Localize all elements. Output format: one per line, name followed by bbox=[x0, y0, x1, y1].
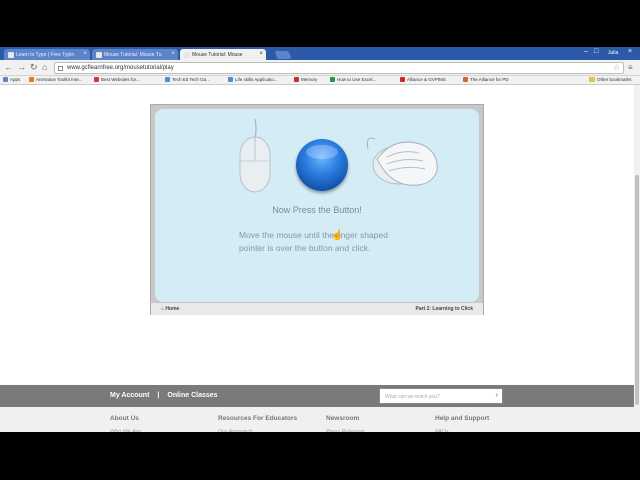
bookmark-label: Memory bbox=[301, 77, 318, 82]
reload-icon[interactable]: ↻ bbox=[30, 62, 38, 73]
tutorial-part-label: Part 2: Learning to Click bbox=[415, 306, 473, 312]
tutorial-heading: Now Press the Button! bbox=[272, 205, 362, 215]
bookmark-label: Alliance & GVPIMS bbox=[407, 77, 446, 82]
home-label: Home bbox=[165, 306, 180, 312]
address-url: www.gcflearnfree.org/mousetutorial/play bbox=[67, 65, 174, 71]
footer-column-heading: About Us bbox=[110, 415, 139, 422]
bookmark-label: Best Websites for... bbox=[101, 77, 140, 82]
bookmark-item[interactable]: Animation Toolkit Inte... bbox=[29, 77, 82, 82]
browser-window: Learn to Type | Free Typin × Mouse Tutor… bbox=[0, 47, 640, 432]
footer-column-heading: Resources For Educators bbox=[218, 415, 298, 422]
my-account-link[interactable]: My Account bbox=[110, 392, 149, 399]
footer-columns: About UsWho We AreWho Uses UsHow to Use … bbox=[0, 407, 634, 432]
footer-link[interactable]: Who We Are bbox=[110, 428, 157, 432]
separator: | bbox=[157, 392, 160, 399]
new-tab-button[interactable] bbox=[274, 51, 292, 59]
mouse-tutorial-frame: Now Press the Button! Move the mouse unt… bbox=[150, 104, 484, 315]
footer-column-heading: Newsroom bbox=[326, 415, 360, 422]
star-icon[interactable]: ☆ bbox=[613, 63, 620, 72]
bookmark-item[interactable]: Best Websites for... bbox=[94, 77, 140, 82]
footer-column: Resources For EducatorsOur ApproachCurri… bbox=[218, 415, 297, 432]
bookmark-label: Animation Toolkit Inte... bbox=[36, 77, 83, 82]
tutorial-nav-bar: ⌂ Home Part 2: Learning to Click bbox=[151, 303, 483, 315]
bookmark-item[interactable]: Life skills Applicatio... bbox=[228, 77, 278, 82]
maximize-icon[interactable]: □ bbox=[594, 48, 598, 55]
search-input[interactable]: What can we teach you? › bbox=[379, 388, 503, 404]
footer-column-heading: Help and Support bbox=[435, 415, 490, 422]
footer-link[interactable]: Our Approach bbox=[218, 428, 297, 432]
other-bookmarks-label: Other bookmarks bbox=[597, 77, 632, 82]
page-icon bbox=[58, 66, 63, 71]
close-icon[interactable]: × bbox=[171, 51, 175, 57]
menu-icon[interactable]: ≡ bbox=[628, 63, 633, 72]
bookmark-label: How to Use Excel... bbox=[337, 77, 377, 82]
bookmark-item[interactable]: Apps bbox=[3, 77, 20, 82]
footer-column: Help and SupportFAQsOther LanguagesTerms… bbox=[435, 415, 489, 432]
bookmark-item[interactable]: How to Use Excel... bbox=[330, 77, 376, 82]
tab-mouse-tutorial-1[interactable]: Mouse Tutorial: Mouse Tu × bbox=[92, 49, 178, 60]
bookmark-icon bbox=[400, 77, 405, 82]
back-arrow-icon[interactable]: ← bbox=[4, 62, 13, 72]
bookmark-icon bbox=[330, 77, 335, 82]
tab-favicon-icon bbox=[8, 52, 14, 58]
tab-learn-to-type[interactable]: Learn to Type | Free Typin × bbox=[4, 49, 90, 60]
tab-title: Mouse Tutorial: Mouse Tu bbox=[104, 52, 162, 58]
bookmark-item[interactable]: The Alliance for PD bbox=[463, 77, 509, 82]
forward-arrow-icon[interactable]: → bbox=[17, 62, 26, 72]
bookmark-icon bbox=[165, 77, 170, 82]
scrollbar[interactable] bbox=[634, 85, 640, 432]
tutorial-instructions: Move the mouse until the finger shaped p… bbox=[239, 230, 388, 253]
screen: Learn to Type | Free Typin × Mouse Tutor… bbox=[0, 0, 640, 480]
other-bookmarks-folder[interactable]: Other bookmarks bbox=[589, 77, 632, 82]
footer-link[interactable]: Press Releases bbox=[326, 428, 365, 432]
bookmark-item[interactable]: Memory bbox=[294, 77, 317, 82]
footer-account-links: My Account | Online Classes bbox=[110, 392, 218, 399]
bookmarks-bar: Apps Animation Toolkit Inte... Best Websit… bbox=[0, 76, 640, 85]
footer-bar: My Account | Online Classes What can we te… bbox=[0, 385, 634, 407]
tab-favicon-icon bbox=[96, 52, 102, 58]
close-icon[interactable]: × bbox=[259, 51, 263, 57]
online-classes-link[interactable]: Online Classes bbox=[167, 392, 217, 399]
scrollbar-thumb[interactable] bbox=[635, 175, 639, 405]
bookmark-item[interactable]: Tech Ed Tech Ga... bbox=[165, 77, 210, 82]
tutorial-home-link[interactable]: ⌂ Home bbox=[161, 306, 179, 312]
close-icon[interactable]: × bbox=[83, 51, 87, 57]
tab-title: Mouse Tutorial: Mouse bbox=[192, 52, 243, 58]
bookmark-label: Tech Ed Tech Ga... bbox=[172, 77, 210, 82]
folder-icon bbox=[589, 77, 595, 82]
bookmark-icon bbox=[94, 77, 99, 82]
bookmark-label: The Alliance for PD bbox=[470, 77, 509, 82]
bookmark-icon bbox=[3, 77, 8, 82]
footer-link[interactable]: FAQs bbox=[435, 428, 489, 432]
footer-column: About UsWho We AreWho Uses UsHow to Use … bbox=[110, 415, 157, 432]
home-icon[interactable]: ⌂ bbox=[42, 62, 47, 72]
blue-click-button[interactable] bbox=[296, 139, 348, 191]
web-page: Now Press the Button! Move the mouse unt… bbox=[0, 85, 634, 432]
tab-mouse-tutorial-2[interactable]: Mouse Tutorial: Mouse × bbox=[180, 49, 266, 60]
minimize-icon[interactable]: – bbox=[584, 48, 588, 55]
hand-pointer-icon: ☝ bbox=[331, 230, 344, 241]
bookmark-label: Apps bbox=[10, 77, 21, 82]
search-arrow-icon[interactable]: › bbox=[496, 392, 498, 399]
mouse-icon bbox=[239, 118, 271, 193]
bookmark-icon bbox=[294, 77, 299, 82]
footer-column: NewsroomPress ReleasesMedia KitComing So… bbox=[326, 415, 365, 432]
bookmark-icon bbox=[463, 77, 468, 82]
tab-strip: Learn to Type | Free Typin × Mouse Tutor… bbox=[0, 47, 640, 60]
tutorial-stage: Now Press the Button! Move the mouse unt… bbox=[155, 109, 479, 302]
browser-toolbar: ← → ↻ ⌂ www.gcflearnfree.org/mousetutori… bbox=[0, 60, 640, 76]
address-bar[interactable]: www.gcflearnfree.org/mousetutorial/play … bbox=[54, 62, 624, 74]
bookmark-icon bbox=[228, 77, 233, 82]
search-placeholder: What can we teach you? bbox=[385, 394, 440, 400]
tab-favicon-icon bbox=[184, 52, 190, 58]
tab-title: Learn to Type | Free Typin bbox=[16, 52, 75, 58]
bookmark-item[interactable]: Alliance & GVPIMS bbox=[400, 77, 446, 82]
bookmark-icon bbox=[29, 77, 34, 82]
hand-on-mouse-icon bbox=[366, 137, 438, 186]
bookmark-label: Life skills Applicatio... bbox=[235, 77, 278, 82]
close-window-icon[interactable]: × bbox=[628, 48, 632, 55]
user-name[interactable]: Julia bbox=[608, 50, 618, 56]
